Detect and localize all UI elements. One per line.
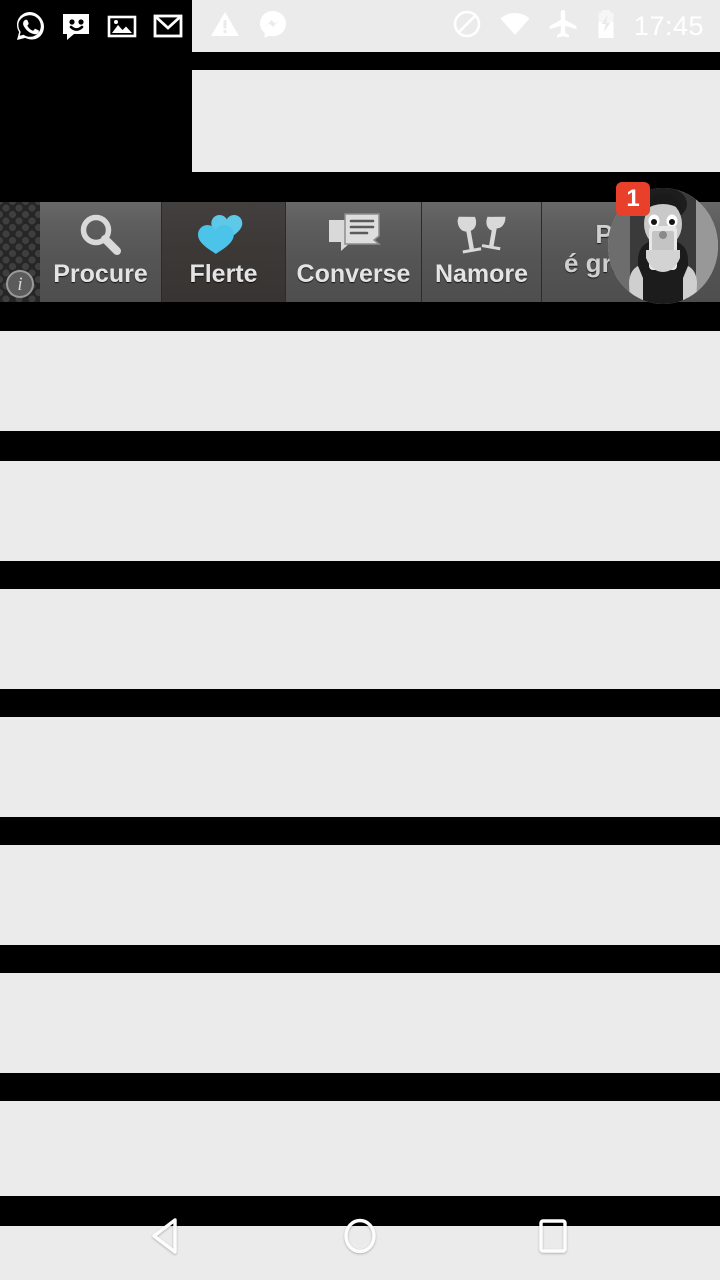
airplane-mode-icon	[548, 9, 578, 44]
content-stripe	[0, 1101, 720, 1196]
system-navigation-bar	[0, 1196, 720, 1280]
blank-content-panel	[192, 70, 720, 172]
info-edge-strip: i	[0, 202, 40, 302]
status-notification-icons-overlay	[210, 0, 288, 52]
recents-square-icon[interactable]	[530, 1213, 576, 1264]
hearts-icon	[194, 202, 254, 262]
content-stripe	[0, 589, 720, 689]
tab-converse-label: Converse	[296, 260, 411, 288]
content-stripe	[0, 461, 720, 561]
status-clock: 17:45	[633, 10, 704, 41]
content-stripe	[0, 331, 720, 431]
tab-procure[interactable]: Procure	[40, 202, 162, 302]
info-icon[interactable]: i	[6, 270, 34, 298]
magnifier-icon	[75, 202, 127, 262]
notification-badge: 1	[616, 182, 650, 216]
content-stripe	[0, 973, 720, 1073]
whatsapp-icon	[14, 10, 46, 47]
profile-avatar-wrapper[interactable]: 1	[604, 182, 720, 310]
content-stripe	[0, 717, 720, 817]
wifi-icon	[499, 11, 531, 42]
status-system-icons: 17:45	[452, 0, 704, 52]
gmail-icon	[152, 10, 184, 47]
messages-smiley-icon	[60, 10, 92, 47]
tab-namore[interactable]: Namore	[422, 202, 542, 302]
do-not-disturb-icon	[452, 9, 482, 44]
warning-triangle-icon	[210, 9, 240, 44]
back-triangle-icon[interactable]	[144, 1213, 190, 1264]
content-stripe	[0, 845, 720, 945]
photo-icon	[106, 10, 138, 47]
tab-converse[interactable]: Converse	[286, 202, 422, 302]
wine-glasses-icon	[454, 202, 510, 262]
tab-flerte-label: Flerte	[189, 260, 258, 288]
tab-flerte[interactable]: Flerte	[162, 202, 286, 302]
status-notification-icons-left	[14, 0, 184, 56]
status-bar: 17:45	[0, 0, 720, 56]
status-notification-overlay-panel: 17:45	[192, 0, 720, 52]
tab-namore-label: Namore	[434, 260, 529, 288]
battery-charging-icon	[595, 9, 617, 44]
content-area	[0, 302, 720, 1280]
messenger-icon	[258, 9, 288, 44]
home-circle-icon[interactable]	[337, 1213, 383, 1264]
chat-bubbles-icon	[323, 202, 385, 262]
tab-procure-label: Procure	[53, 260, 148, 288]
